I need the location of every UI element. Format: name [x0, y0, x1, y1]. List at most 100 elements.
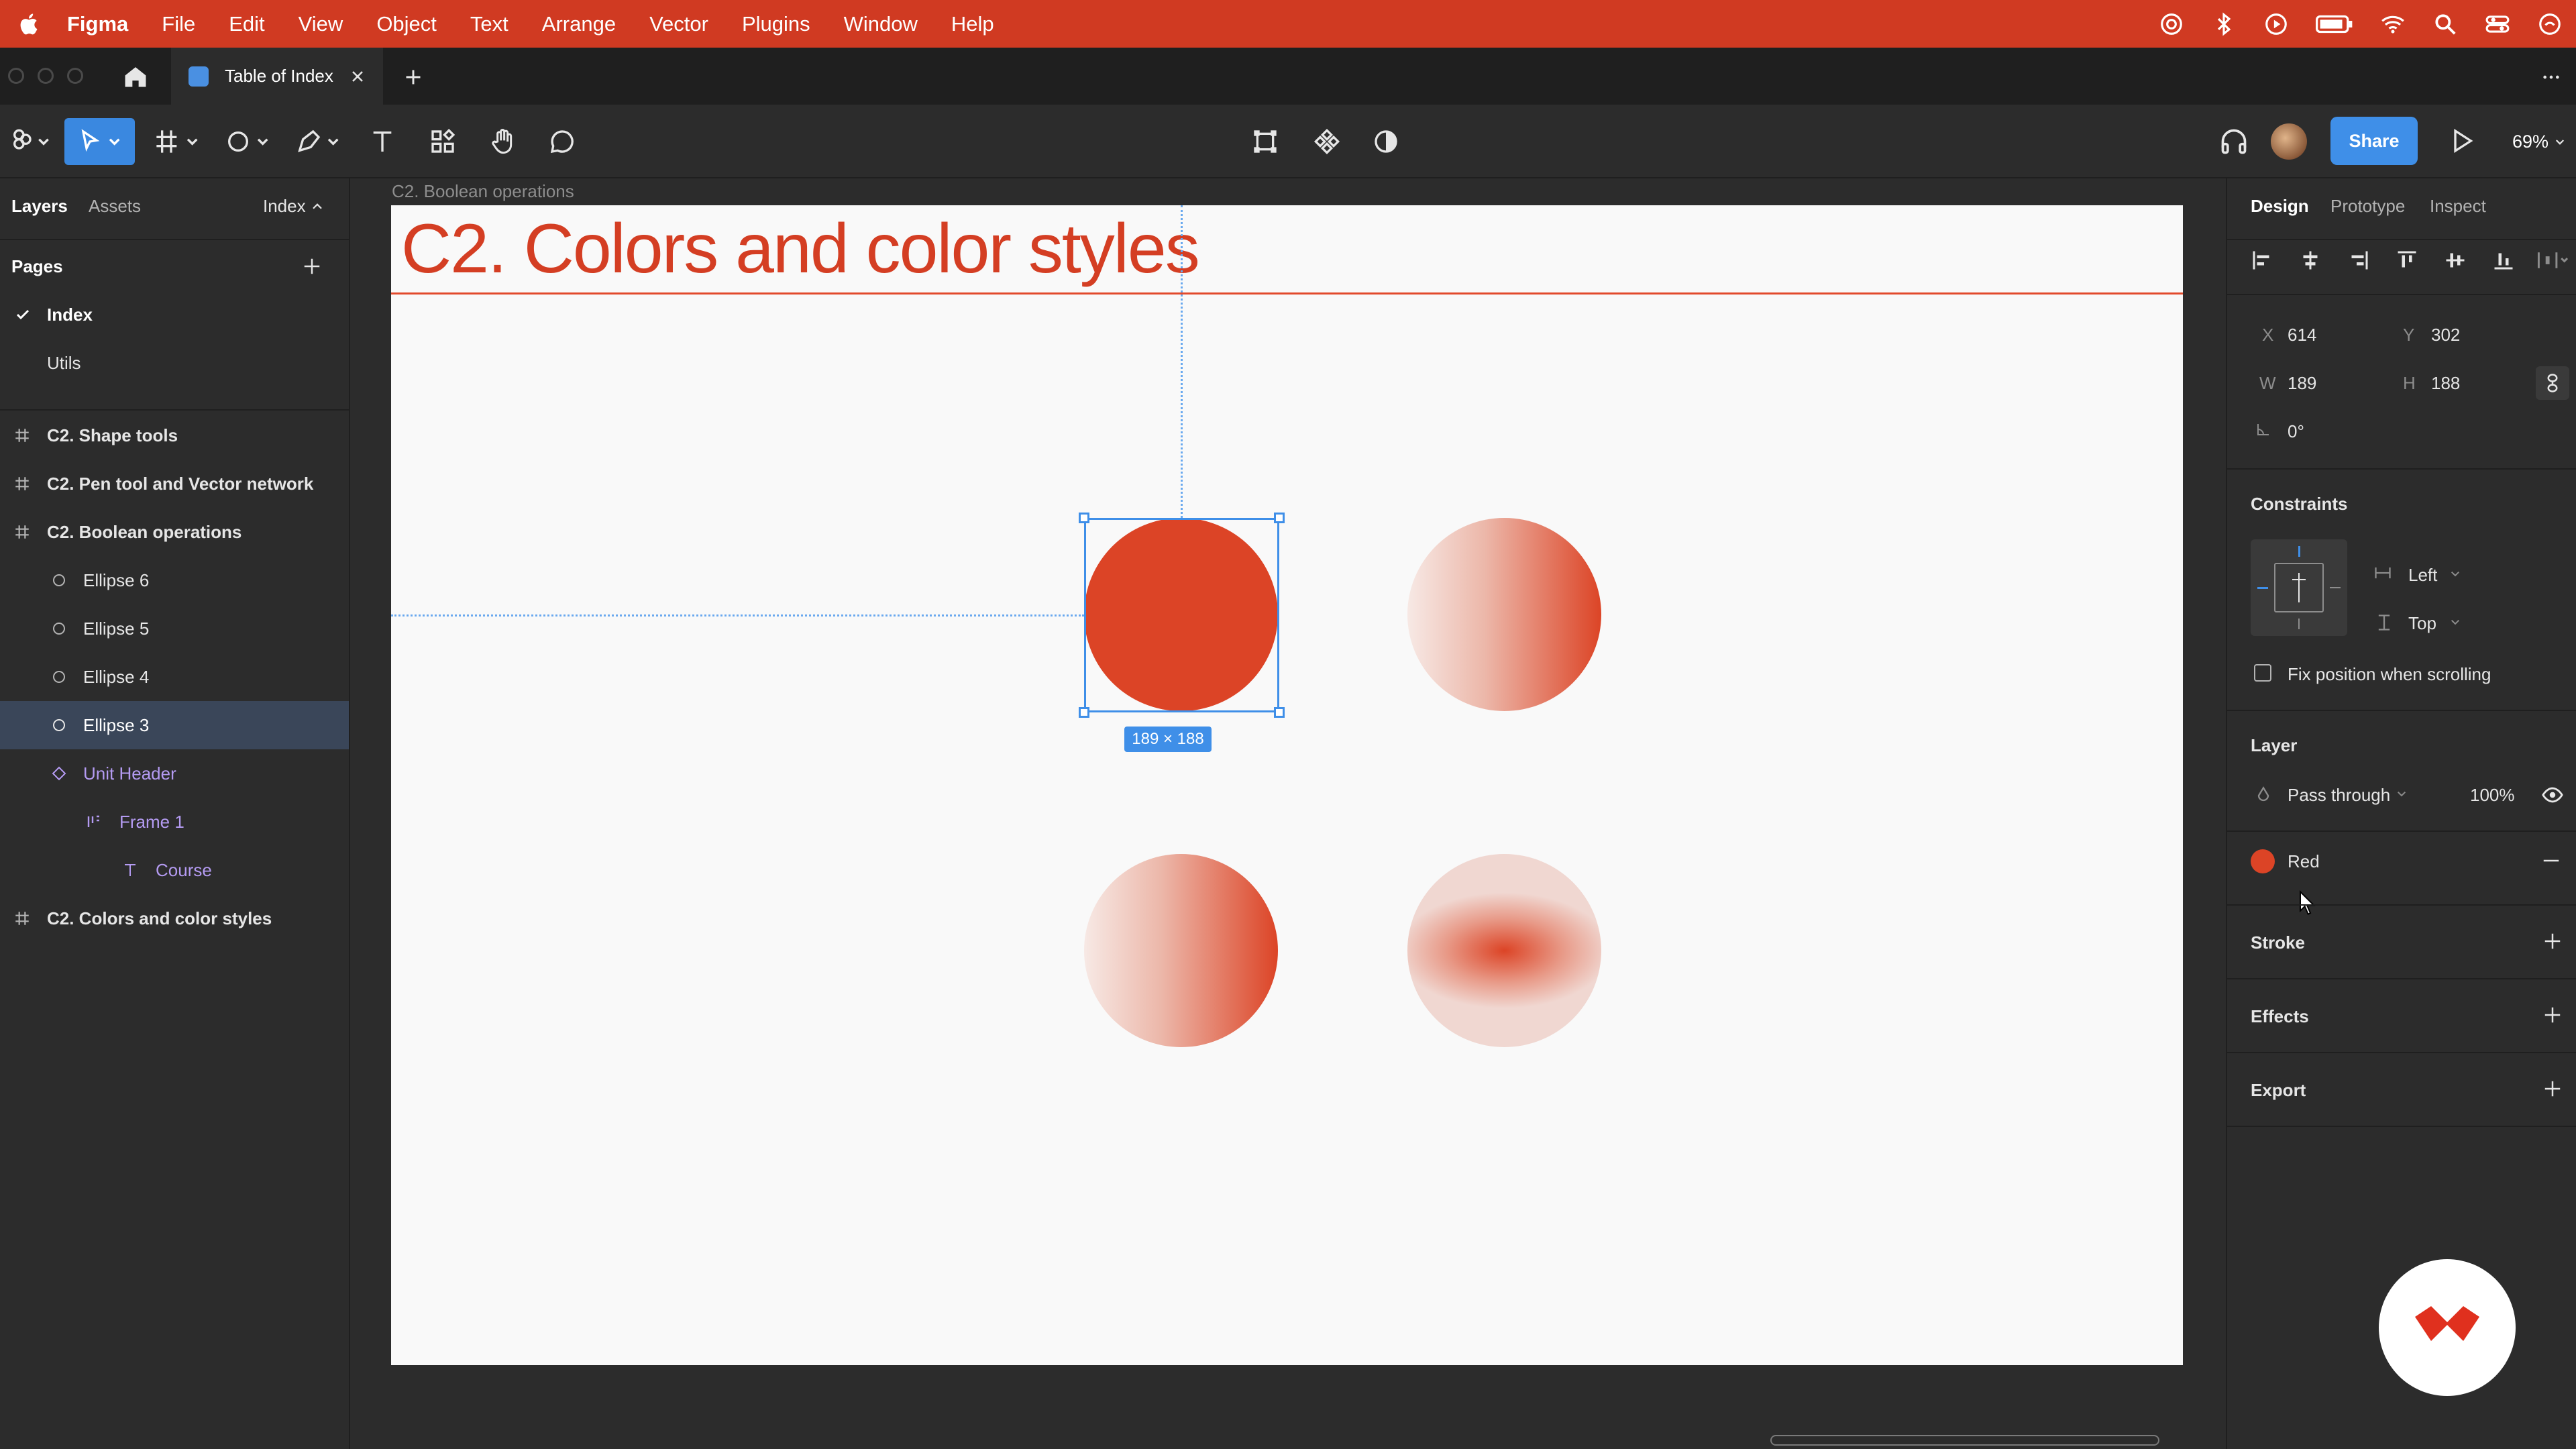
comment-tool-button[interactable] — [542, 121, 582, 162]
creative-cloud-icon[interactable] — [2159, 11, 2184, 37]
menu-edit[interactable]: Edit — [229, 12, 264, 36]
chevron-down-icon[interactable] — [2450, 619, 2461, 627]
constraint-bottom[interactable] — [2298, 619, 2300, 629]
menu-vector[interactable]: Vector — [649, 12, 708, 36]
mask-button[interactable] — [1366, 121, 1406, 162]
resize-handle-top-right[interactable] — [1274, 513, 1285, 523]
layer-ellipse-6[interactable]: Ellipse 6 — [0, 556, 349, 604]
horizontal-scrollbar[interactable] — [1770, 1435, 2159, 1446]
menu-file[interactable]: File — [162, 12, 195, 36]
create-component-button[interactable] — [1307, 121, 1347, 162]
distribute-icon[interactable] — [2536, 248, 2569, 272]
constraint-horizontal-dropdown[interactable]: Left — [2408, 565, 2437, 586]
tab-prototype[interactable]: Prototype — [2330, 196, 2405, 217]
layer-unit-header[interactable]: Unit Header — [0, 749, 349, 798]
menu-arrange[interactable]: Arrange — [542, 12, 616, 36]
align-horizontal-center-icon[interactable] — [2298, 248, 2322, 272]
chevron-up-icon[interactable] — [311, 201, 323, 211]
add-effect-plus-icon[interactable] — [2542, 1005, 2563, 1025]
tab-table-of-index[interactable]: Table of Index — [171, 48, 383, 105]
layer-ellipse-4[interactable]: Ellipse 4 — [0, 653, 349, 701]
window-close-button[interactable] — [8, 68, 24, 84]
menu-object[interactable]: Object — [376, 12, 437, 36]
align-left-icon[interactable] — [2250, 248, 2274, 272]
zoom-level-dropdown[interactable]: 69% — [2512, 131, 2566, 152]
align-right-icon[interactable] — [2347, 248, 2371, 272]
hand-tool-button[interactable] — [483, 121, 523, 162]
layer-frame-colors[interactable]: C2. Colors and color styles — [0, 894, 349, 943]
resources-button[interactable] — [423, 121, 463, 162]
share-button[interactable]: Share — [2330, 117, 2418, 165]
frame-tool-button[interactable] — [148, 121, 208, 162]
new-tab-plus-icon[interactable] — [404, 68, 423, 87]
menu-plugins[interactable]: Plugins — [742, 12, 810, 36]
y-input[interactable]: 302 — [2431, 325, 2460, 345]
page-selector[interactable]: Index — [263, 196, 306, 217]
chevron-down-icon[interactable] — [2396, 790, 2407, 798]
page-item-index[interactable]: Index — [0, 290, 349, 339]
constraint-top-active[interactable] — [2298, 546, 2300, 557]
main-menu-button[interactable] — [7, 121, 54, 162]
edit-object-button[interactable] — [1245, 121, 1285, 162]
layer-frame-shape-tools[interactable]: C2. Shape tools — [0, 411, 349, 460]
battery-icon[interactable] — [2316, 11, 2353, 37]
selection-box[interactable] — [1084, 518, 1279, 712]
eye-visibility-icon[interactable] — [2541, 785, 2564, 805]
constrain-proportions-button[interactable] — [2536, 366, 2569, 400]
text-tool-button[interactable] — [362, 121, 402, 162]
window-zoom-button[interactable] — [67, 68, 83, 84]
resize-handle-top-left[interactable] — [1079, 513, 1089, 523]
resize-handle-bottom-right[interactable] — [1274, 707, 1285, 718]
play-circle-icon[interactable] — [2263, 11, 2289, 37]
w-input[interactable]: 189 — [2288, 373, 2316, 394]
wifi-icon[interactable] — [2380, 11, 2406, 37]
constraint-widget[interactable] — [2251, 539, 2347, 636]
layer-ellipse-3[interactable]: Ellipse 3 — [0, 701, 349, 749]
tab-inspect[interactable]: Inspect — [2430, 196, 2486, 217]
blend-mode-dropdown[interactable]: Pass through — [2288, 785, 2390, 806]
ellipse-4[interactable] — [1407, 518, 1601, 711]
layer-frame-pen-tool[interactable]: C2. Pen tool and Vector network — [0, 460, 349, 508]
home-icon[interactable] — [123, 65, 148, 88]
menu-view[interactable]: View — [299, 12, 343, 36]
floating-logo-button[interactable] — [2379, 1259, 2516, 1396]
add-export-plus-icon[interactable] — [2542, 1079, 2563, 1099]
constraint-vertical-dropdown[interactable]: Top — [2408, 613, 2436, 634]
menu-text[interactable]: Text — [470, 12, 508, 36]
move-tool-button[interactable] — [64, 118, 135, 165]
layer-frame-1[interactable]: Frame 1 — [0, 798, 349, 846]
layer-ellipse-5[interactable]: Ellipse 5 — [0, 604, 349, 653]
page-item-utils[interactable]: Utils — [0, 339, 349, 387]
add-stroke-plus-icon[interactable] — [2542, 931, 2563, 951]
remove-fill-minus-icon[interactable] — [2541, 851, 2561, 871]
shape-tool-button[interactable] — [218, 121, 278, 162]
tab-assets[interactable]: Assets — [89, 196, 141, 217]
rotation-input[interactable]: 0° — [2288, 421, 2304, 442]
close-tab-icon[interactable] — [350, 68, 366, 85]
user-avatar[interactable] — [2269, 121, 2309, 162]
audio-button[interactable] — [2214, 121, 2254, 162]
pen-tool-button[interactable] — [288, 121, 349, 162]
menu-window[interactable]: Window — [844, 12, 918, 36]
ellipse-6[interactable] — [1407, 854, 1601, 1047]
header-title[interactable]: C2. Colors and color styles — [401, 209, 1200, 289]
ellipse-5[interactable] — [1084, 854, 1278, 1047]
add-page-plus-icon[interactable] — [302, 256, 322, 276]
present-play-icon[interactable] — [2449, 127, 2475, 154]
opacity-input[interactable]: 100% — [2470, 785, 2515, 806]
fix-position-checkbox[interactable] — [2254, 664, 2271, 682]
menu-app-figma[interactable]: Figma — [67, 12, 128, 36]
apple-icon[interactable] — [16, 11, 43, 38]
control-center-icon[interactable] — [2485, 11, 2510, 37]
canvas[interactable]: C2. Boolean operations C2. Colors and co… — [350, 178, 2226, 1449]
layer-frame-boolean-operations[interactable]: C2. Boolean operations — [0, 508, 349, 556]
menu-help[interactable]: Help — [951, 12, 994, 36]
layer-course[interactable]: Course — [0, 846, 349, 894]
window-minimize-button[interactable] — [38, 68, 54, 84]
x-input[interactable]: 614 — [2288, 325, 2316, 345]
resize-handle-bottom-left[interactable] — [1079, 707, 1089, 718]
constraint-left-active[interactable] — [2257, 587, 2268, 589]
fill-style-name[interactable]: Red — [2288, 851, 2320, 872]
tab-layers[interactable]: Layers — [11, 196, 68, 217]
align-vertical-center-icon[interactable] — [2443, 248, 2467, 272]
